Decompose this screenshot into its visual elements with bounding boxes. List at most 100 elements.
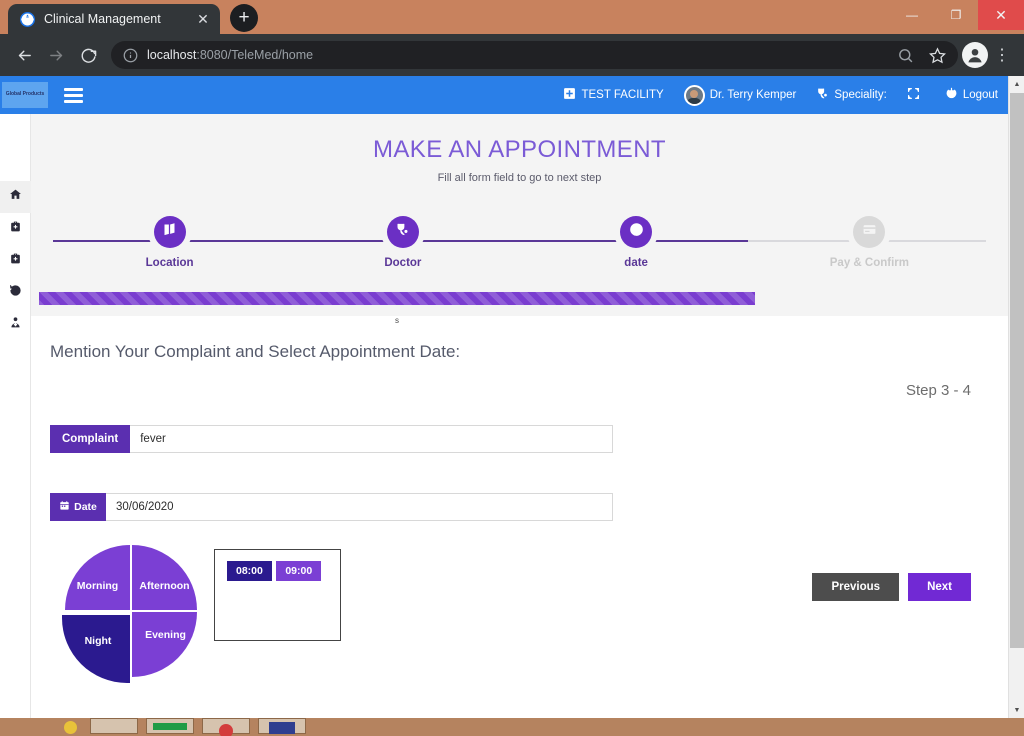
back-icon[interactable] (9, 40, 39, 70)
new-tab-button[interactable]: + (230, 4, 258, 32)
complaint-label: Complaint (50, 425, 131, 453)
window-close-button[interactable]: ✕ (978, 0, 1024, 30)
power-icon (945, 87, 958, 103)
url-path: :8080/TeleMed/home (196, 48, 314, 62)
nav-item-logout[interactable]: Logout (945, 87, 998, 103)
sidebar-item-home[interactable] (0, 181, 31, 213)
sidebar-item-history[interactable] (0, 277, 31, 309)
nav-item-doctor[interactable]: Dr. Terry Kemper (683, 84, 797, 106)
search-icon[interactable] (890, 40, 920, 70)
step-dot (853, 216, 886, 248)
url-text: localhost:8080/TeleMed/home (147, 48, 881, 62)
step-dot (386, 216, 419, 248)
pie-slice-morning[interactable]: Morning (65, 545, 130, 610)
step-dot (620, 216, 653, 248)
nav-label-doctor: Dr. Terry Kemper (709, 89, 797, 101)
scrollbar-thumb[interactable] (1010, 93, 1024, 648)
profile-avatar-icon[interactable] (962, 42, 988, 68)
browser-window: Clinical Management ✕ + — ❐ ✕ localhost:… (0, 0, 1024, 736)
date-input[interactable] (106, 493, 613, 521)
step-label-pay-confirm: Pay & Confirm (829, 257, 909, 269)
page-scrollbar[interactable]: ▲ ▼ (1008, 76, 1024, 718)
home-icon (9, 188, 22, 206)
address-bar[interactable]: localhost:8080/TeleMed/home (111, 41, 958, 69)
step-label-doctor: Doctor (384, 257, 422, 269)
tab-strip: Clinical Management ✕ + (0, 0, 258, 34)
taskbar-item[interactable] (202, 718, 250, 736)
step-location[interactable]: Location (53, 216, 286, 269)
calendar-icon (59, 500, 70, 514)
medical-kit-icon (9, 252, 22, 270)
tab-title: Clinical Management (44, 12, 161, 26)
pie-slice-night[interactable]: Night (62, 615, 130, 683)
nav-item-speciality[interactable]: Speciality: (816, 87, 887, 103)
sidebar-item-services[interactable] (0, 245, 31, 277)
wizard-actions: Previous Next (812, 573, 971, 601)
sidebar-item-appointments[interactable] (0, 213, 31, 245)
pie-slice-afternoon[interactable]: Afternoon (132, 545, 197, 610)
scroll-down-icon[interactable]: ▼ (1009, 702, 1024, 718)
sidebar-rail (0, 114, 31, 718)
scroll-up-icon[interactable]: ▲ (1009, 76, 1024, 92)
panel-heading: Mention Your Complaint and Select Appoin… (50, 342, 461, 361)
history-icon (9, 284, 22, 302)
time-slot[interactable]: 08:00 (227, 561, 272, 581)
app-logo-text: Global Products (5, 91, 45, 98)
close-icon[interactable]: ✕ (195, 11, 211, 27)
maximize-button[interactable]: ❐ (934, 0, 978, 30)
time-picker-row: Morning Afternoon Evening Night 08:00 09… (50, 545, 989, 683)
pie-label-afternoon: Afternoon (139, 579, 190, 592)
previous-button[interactable]: Previous (812, 573, 900, 601)
taskbar-item[interactable] (146, 718, 194, 734)
time-slot-list: 08:00 09:00 (214, 549, 341, 641)
sidebar-toggle-icon[interactable] (64, 87, 83, 103)
taskbar-item[interactable] (258, 718, 306, 734)
step-label-location: Location (145, 257, 194, 269)
step-label-date: date (624, 257, 648, 269)
medical-kit-icon (9, 220, 22, 238)
browser-tab[interactable]: Clinical Management ✕ (8, 4, 220, 34)
pie-label-morning: Morning (76, 579, 119, 592)
step-doctor[interactable]: Doctor (286, 216, 519, 269)
os-taskbar (0, 718, 1024, 736)
credit-card-icon (862, 222, 877, 242)
plus-square-icon (563, 87, 576, 103)
time-slot[interactable]: 09:00 (276, 561, 322, 581)
step-date[interactable]: date (520, 216, 753, 269)
taskbar-item[interactable] (60, 718, 82, 734)
forward-icon[interactable] (41, 40, 71, 70)
map-icon (162, 222, 177, 242)
nav-item-test-facility[interactable]: TEST FACILITY (563, 87, 664, 103)
step-dot (153, 216, 186, 248)
progress-bar (39, 292, 755, 305)
browser-menu-icon[interactable]: ⋮ (989, 45, 1015, 65)
complaint-input[interactable] (130, 425, 613, 453)
nav-label-test-facility: TEST FACILITY (581, 89, 664, 101)
pie-slice-evening[interactable]: Evening (132, 612, 197, 677)
bookmark-star-icon[interactable] (922, 40, 952, 70)
web-page: Global Products TEST FACILITY Dr. Terry … (0, 76, 1008, 718)
user-avatar (683, 84, 705, 106)
app-navbar: Global Products TEST FACILITY Dr. Terry … (0, 76, 1008, 114)
main-content: MAKE AN APPOINTMENT Fill all form field … (31, 114, 1008, 718)
user-md-icon (9, 316, 22, 334)
date-label-text: Date (74, 501, 97, 513)
minimize-button[interactable]: — (890, 0, 934, 30)
navbar-items: TEST FACILITY Dr. Terry Kemper Specialit… (563, 84, 998, 106)
omnibox-actions (890, 40, 952, 70)
taskbar-item[interactable] (90, 718, 138, 734)
progress-caption: s (394, 316, 399, 325)
step-counter: Step 3 - 4 (905, 382, 971, 399)
clock-icon (629, 222, 644, 242)
site-info-icon[interactable] (123, 48, 138, 63)
next-button[interactable]: Next (908, 573, 971, 601)
page-title: MAKE AN APPOINTMENT (373, 136, 666, 163)
progress-section: s (39, 292, 1000, 325)
app-logo[interactable]: Global Products (2, 82, 48, 108)
sidebar-item-doctors[interactable] (0, 309, 31, 341)
step-pay-confirm[interactable]: Pay & Confirm (753, 216, 986, 269)
page-viewport: Global Products TEST FACILITY Dr. Terry … (0, 76, 1024, 718)
nav-item-fullscreen[interactable] (907, 87, 925, 103)
reload-icon[interactable] (73, 40, 103, 70)
stepper: Location Doctor date Pay & Confirm (53, 216, 986, 286)
